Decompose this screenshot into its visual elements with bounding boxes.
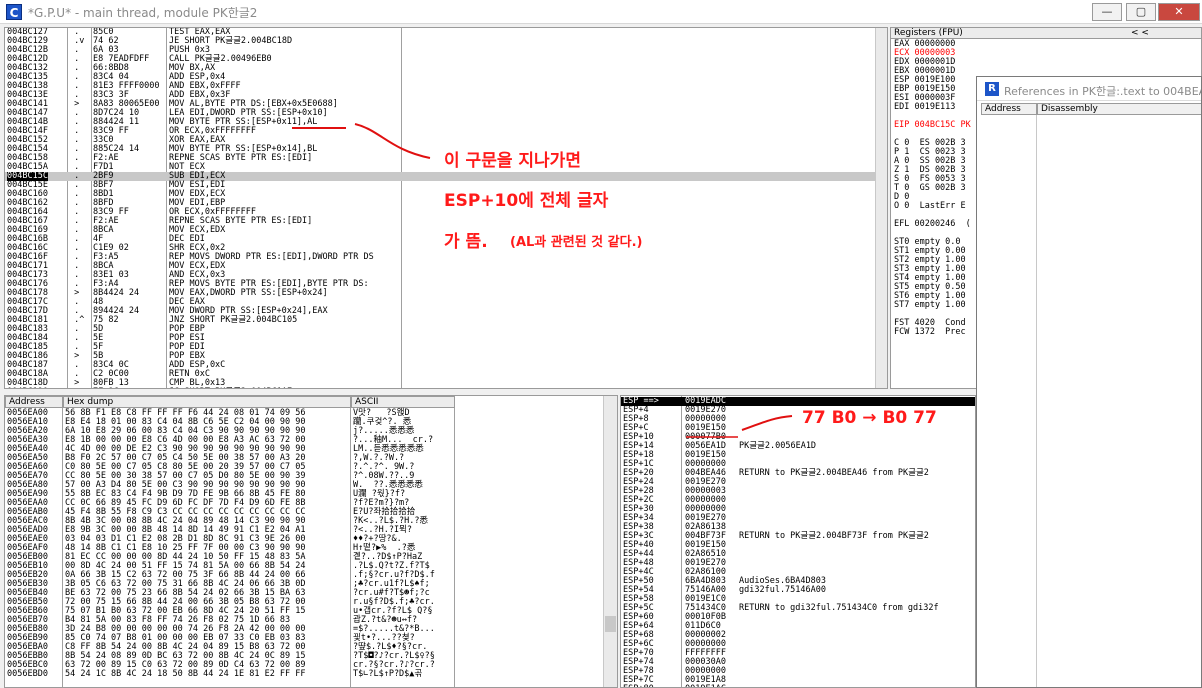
annotation-line-2: ESP+10에 전체 글자 xyxy=(444,186,608,211)
arrow-stroke-2 xyxy=(742,416,792,430)
annotation-strokes xyxy=(0,0,1202,688)
annotation-line-3-small: (AL과 관련된 것 같다.) xyxy=(510,231,642,250)
arrow-stroke-1 xyxy=(355,124,430,158)
annotation-byteswap: 77 B0 → B0 77 xyxy=(802,408,937,428)
annotation-line-3: 가 뜸. xyxy=(444,227,488,252)
annotation-line-1: 이 구문을 지나가면 xyxy=(444,146,581,171)
